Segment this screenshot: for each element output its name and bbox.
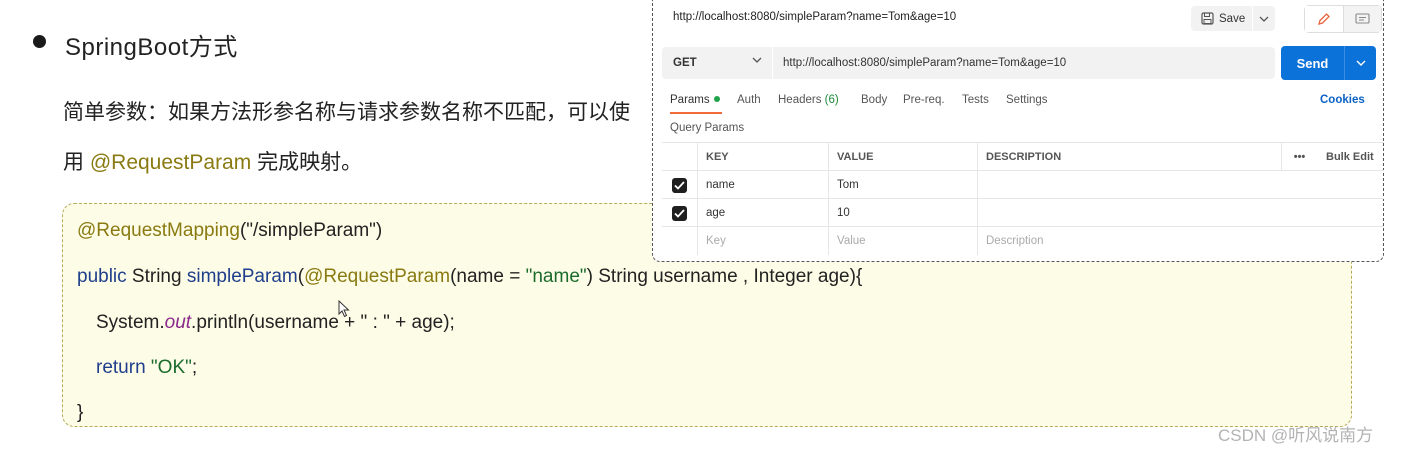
save-label: Save: [1219, 12, 1246, 25]
pencil-icon: [1317, 13, 1330, 25]
save-button-main[interactable]: Save: [1191, 6, 1253, 31]
tab-label: Pre-req.: [903, 94, 945, 106]
checkmark-icon: [674, 180, 685, 190]
param-value[interactable]: 10: [828, 199, 977, 227]
tab-label: Settings: [1006, 94, 1048, 106]
comment-icon: [1355, 12, 1370, 24]
code-line-5: }: [77, 402, 83, 424]
chevron-down-icon: [1356, 60, 1365, 66]
code-string: "name": [525, 266, 587, 287]
tab-label: Headers: [778, 94, 822, 106]
params-indicator-dot: [713, 96, 720, 102]
code-line-3: System.out.println(username + " : " + ag…: [96, 312, 455, 334]
mouse-cursor-icon: [338, 300, 350, 318]
header-value: VALUE: [828, 143, 977, 171]
tab-label: Tests: [962, 94, 989, 106]
param-key[interactable]: name: [697, 171, 828, 199]
cookies-link[interactable]: Cookies: [1320, 94, 1365, 106]
code-line-1: @RequestMapping("/simpleParam"): [77, 220, 382, 242]
code-line-4: return "OK";: [96, 357, 197, 379]
send-label[interactable]: Send: [1281, 46, 1345, 80]
tab-tests[interactable]: Tests: [962, 94, 989, 106]
code-keyword: public: [77, 266, 127, 287]
slide-description: 简单参数：如果方法形参名称与请求参数名称不匹配，可以使用 @RequestPar…: [63, 88, 643, 188]
tab-label: Auth: [737, 94, 761, 106]
headers-count: (6): [824, 94, 839, 106]
chevron-down-icon: [752, 57, 762, 63]
code-field: out: [164, 312, 192, 333]
request-title: http://localhost:8080/simpleParam?name=T…: [673, 11, 957, 23]
query-params-label: Query Params: [670, 122, 745, 134]
more-options-button[interactable]: •••: [1281, 143, 1317, 171]
comment-mode-button[interactable]: [1343, 6, 1381, 32]
tab-body[interactable]: Body: [861, 94, 887, 106]
param-description[interactable]: [977, 171, 1281, 199]
header-key: KEY: [697, 143, 828, 171]
active-tab-underline: [670, 112, 722, 114]
code-text: String: [126, 266, 187, 287]
code-text: }: [77, 402, 84, 423]
code-text: .println(username + " : " + age);: [191, 312, 455, 333]
code-string: "OK": [145, 357, 192, 378]
description-highlight: @RequestParam: [89, 151, 252, 174]
tab-auth[interactable]: Auth: [737, 94, 761, 106]
description-input[interactable]: Description: [977, 227, 1281, 255]
param-checkbox[interactable]: [672, 205, 687, 221]
row-checkbox-cell: [662, 227, 697, 255]
tab-headers[interactable]: Headers (6): [778, 94, 839, 106]
tab-params[interactable]: Params: [670, 94, 722, 114]
code-annotation: @RequestParam: [304, 266, 451, 287]
tab-label: Body: [861, 94, 888, 106]
table-header-row: KEY VALUE DESCRIPTION ••• Bulk Edit: [662, 142, 1384, 171]
key-input[interactable]: Key: [697, 227, 828, 255]
header-description: DESCRIPTION: [977, 143, 1281, 171]
header-checkbox-cell: [662, 143, 697, 171]
postman-request-panel: http://localhost:8080/simpleParam?name=T…: [652, 0, 1384, 262]
param-checkbox[interactable]: [672, 177, 687, 193]
description-suffix: 完成映射。: [251, 151, 363, 174]
save-icon: [1201, 12, 1214, 25]
chevron-down-icon: [1259, 16, 1269, 22]
param-key[interactable]: age: [697, 199, 828, 227]
bullet-dot: [33, 35, 46, 48]
table-row-empty: Key Value Description: [662, 226, 1384, 255]
url-input[interactable]: http://localhost:8080/simpleParam?name=T…: [773, 47, 1275, 79]
bulk-edit-button[interactable]: Bulk Edit: [1317, 143, 1384, 171]
slide-heading: SpringBoot方式: [65, 34, 238, 61]
watermark: CSDN @听风说南方: [1218, 426, 1374, 445]
tab-pre-request[interactable]: Pre-req.: [903, 94, 945, 106]
method-select[interactable]: GET: [662, 47, 772, 79]
param-description[interactable]: [977, 199, 1281, 227]
row-checkbox-cell: [662, 199, 697, 227]
tab-settings[interactable]: Settings: [1006, 94, 1048, 106]
code-method-name: simpleParam: [186, 266, 298, 287]
send-options-button[interactable]: [1345, 46, 1376, 80]
table-row: name Tom: [662, 170, 1384, 199]
tab-label: Params: [670, 94, 710, 106]
row-checkbox-cell: [662, 171, 697, 199]
param-value[interactable]: Tom: [828, 171, 977, 199]
save-button[interactable]: Save: [1191, 6, 1275, 31]
table-row: age 10: [662, 198, 1384, 227]
code-text: ("/simpleParam"): [239, 220, 383, 241]
code-keyword: return: [96, 357, 146, 378]
value-input[interactable]: Value: [828, 227, 977, 255]
code-text: System.: [96, 312, 165, 333]
edit-mode-button[interactable]: [1305, 6, 1344, 32]
code-annotation: @RequestMapping: [77, 220, 240, 241]
method-value: GET: [673, 57, 697, 69]
code-text: ) String username , Integer age){: [586, 266, 863, 287]
code-text: (name =: [450, 266, 526, 287]
code-text: ;: [191, 357, 198, 378]
save-options-button[interactable]: [1253, 16, 1275, 22]
checkmark-icon: [674, 208, 685, 218]
send-button[interactable]: Send: [1281, 46, 1376, 80]
view-toggle: [1304, 5, 1382, 33]
code-line-2: public String simpleParam(@RequestParam(…: [77, 266, 862, 288]
